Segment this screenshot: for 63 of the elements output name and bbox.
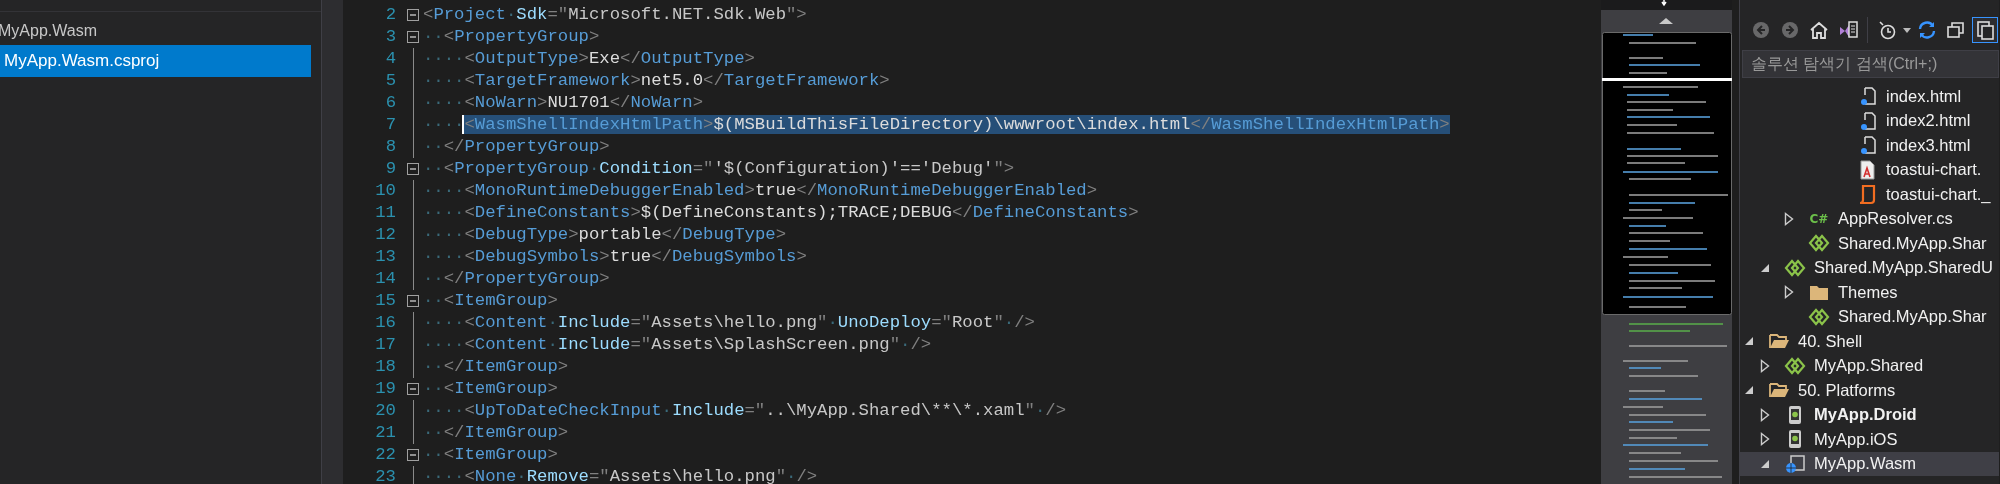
code-line: ····<DebugType>portable</DebugType> <box>423 224 786 247</box>
code-line: ··<ItemGroup> <box>423 290 558 313</box>
code-line: ····<MonoRuntimeDebuggerEnabled>true</MonoRuntimeDebuggerEnabled> <box>423 180 1098 203</box>
code-line: ····<TargetFramework>net5.0</TargetFramework> <box>423 70 890 93</box>
code-line: ····<OutputType>Exe</OutputType> <box>423 48 755 71</box>
tree-item[interactable]: Themes <box>1740 280 1999 305</box>
line-number: 8 <box>384 136 396 159</box>
tree-item[interactable]: MyApp.Droid <box>1740 402 1999 427</box>
code-line: ··</ItemGroup> <box>423 356 569 379</box>
tree-item[interactable]: C# AppResolver.cs <box>1740 206 1999 231</box>
tree-item[interactable]: 40. Shell <box>1740 329 1999 354</box>
code-line: ··</PropertyGroup> <box>423 268 610 291</box>
code-line: ····<UpToDateCheckInput·Include="..\MyApp.Shared\**\*.xaml"·/> <box>423 400 1066 423</box>
code-line: ··<ItemGroup> <box>423 378 558 401</box>
line-number: 13 <box>374 246 396 269</box>
line-number: 15 <box>374 290 396 313</box>
tree-item[interactable]: MyApp.Wasm <box>1740 451 1999 476</box>
line-number: 3 <box>384 26 396 49</box>
line-number: 23 <box>374 466 396 484</box>
line-number: 17 <box>374 334 396 357</box>
code-line: ····<Content·Include="Assets\SplashScreen.png"·/> <box>423 334 932 357</box>
project-label: MyApp.Wasm <box>0 21 98 41</box>
line-number: 4 <box>384 48 396 71</box>
line-number: 7 <box>384 114 396 137</box>
line-number: 22 <box>374 444 396 467</box>
code-line: ··<ItemGroup> <box>423 444 558 467</box>
line-number: 6 <box>384 92 396 115</box>
line-number: 12 <box>374 224 396 247</box>
tree-item[interactable]: MyApp.iOS <box>1740 427 1999 452</box>
tree-item[interactable]: toastui-chart. <box>1740 157 1999 182</box>
tree-item[interactable]: index3.html <box>1740 133 1999 158</box>
code-line: ····<DefineConstants>$(DefineConstants);TRACE;DEBUG</DefineConstants> <box>423 202 1139 225</box>
code-line: ····<DebugSymbols>true</DebugSymbols> <box>423 246 807 269</box>
code-line: ····<NoWarn>NU1701</NoWarn> <box>423 92 704 115</box>
code-line: ····<None·Remove="Assets\hello.png"·/> <box>423 466 818 484</box>
line-number: 14 <box>374 268 396 291</box>
tree-item[interactable]: index.html <box>1740 84 1999 109</box>
line-number: 20 <box>374 400 396 423</box>
line-number: 16 <box>374 312 396 335</box>
file-item[interactable]: MyApp.Wasm.csproj <box>0 45 311 77</box>
code-line: ··</ItemGroup> <box>423 422 569 445</box>
tree-item[interactable]: MyApp.Shared <box>1740 353 1999 378</box>
line-number: 5 <box>384 70 396 93</box>
line-number: 11 <box>374 202 396 225</box>
tree-item[interactable]: Shared.MyApp.Shar <box>1740 304 1999 329</box>
tree-item[interactable]: toastui-chart._ <box>1740 182 1999 207</box>
search-field[interactable]: 솔루션 탐색기 검색(Ctrl+;) <box>1742 50 1999 78</box>
csharp-icon: C# <box>1808 209 1830 228</box>
tree-item[interactable]: Shared.MyApp.SharedU <box>1740 255 1999 280</box>
line-number: 2 <box>384 4 396 27</box>
line-number: 19 <box>374 378 396 401</box>
line-number: 18 <box>374 356 396 379</box>
code-line: ··<PropertyGroup> <box>423 26 600 49</box>
tree-item[interactable]: Shared.MyApp.Shar <box>1740 231 1999 256</box>
code-line: ··<PropertyGroup·Condition="'$(Configuration)'=='Debug'"> <box>423 158 1015 181</box>
line-number: 21 <box>374 422 396 445</box>
tree-item[interactable]: index2.html <box>1740 108 1999 133</box>
tree-item[interactable]: 50. Platforms <box>1740 378 1999 403</box>
code-line: ··</PropertyGroup> <box>423 136 610 159</box>
line-number: 10 <box>374 180 396 203</box>
line-number: 9 <box>384 158 396 181</box>
code-line: <Project·Sdk="Microsoft.NET.Sdk.Web"> <box>423 4 807 27</box>
code-line: ····<Content·Include="Assets\hello.png"·UnoDeploy="Root"·/> <box>423 312 1035 335</box>
